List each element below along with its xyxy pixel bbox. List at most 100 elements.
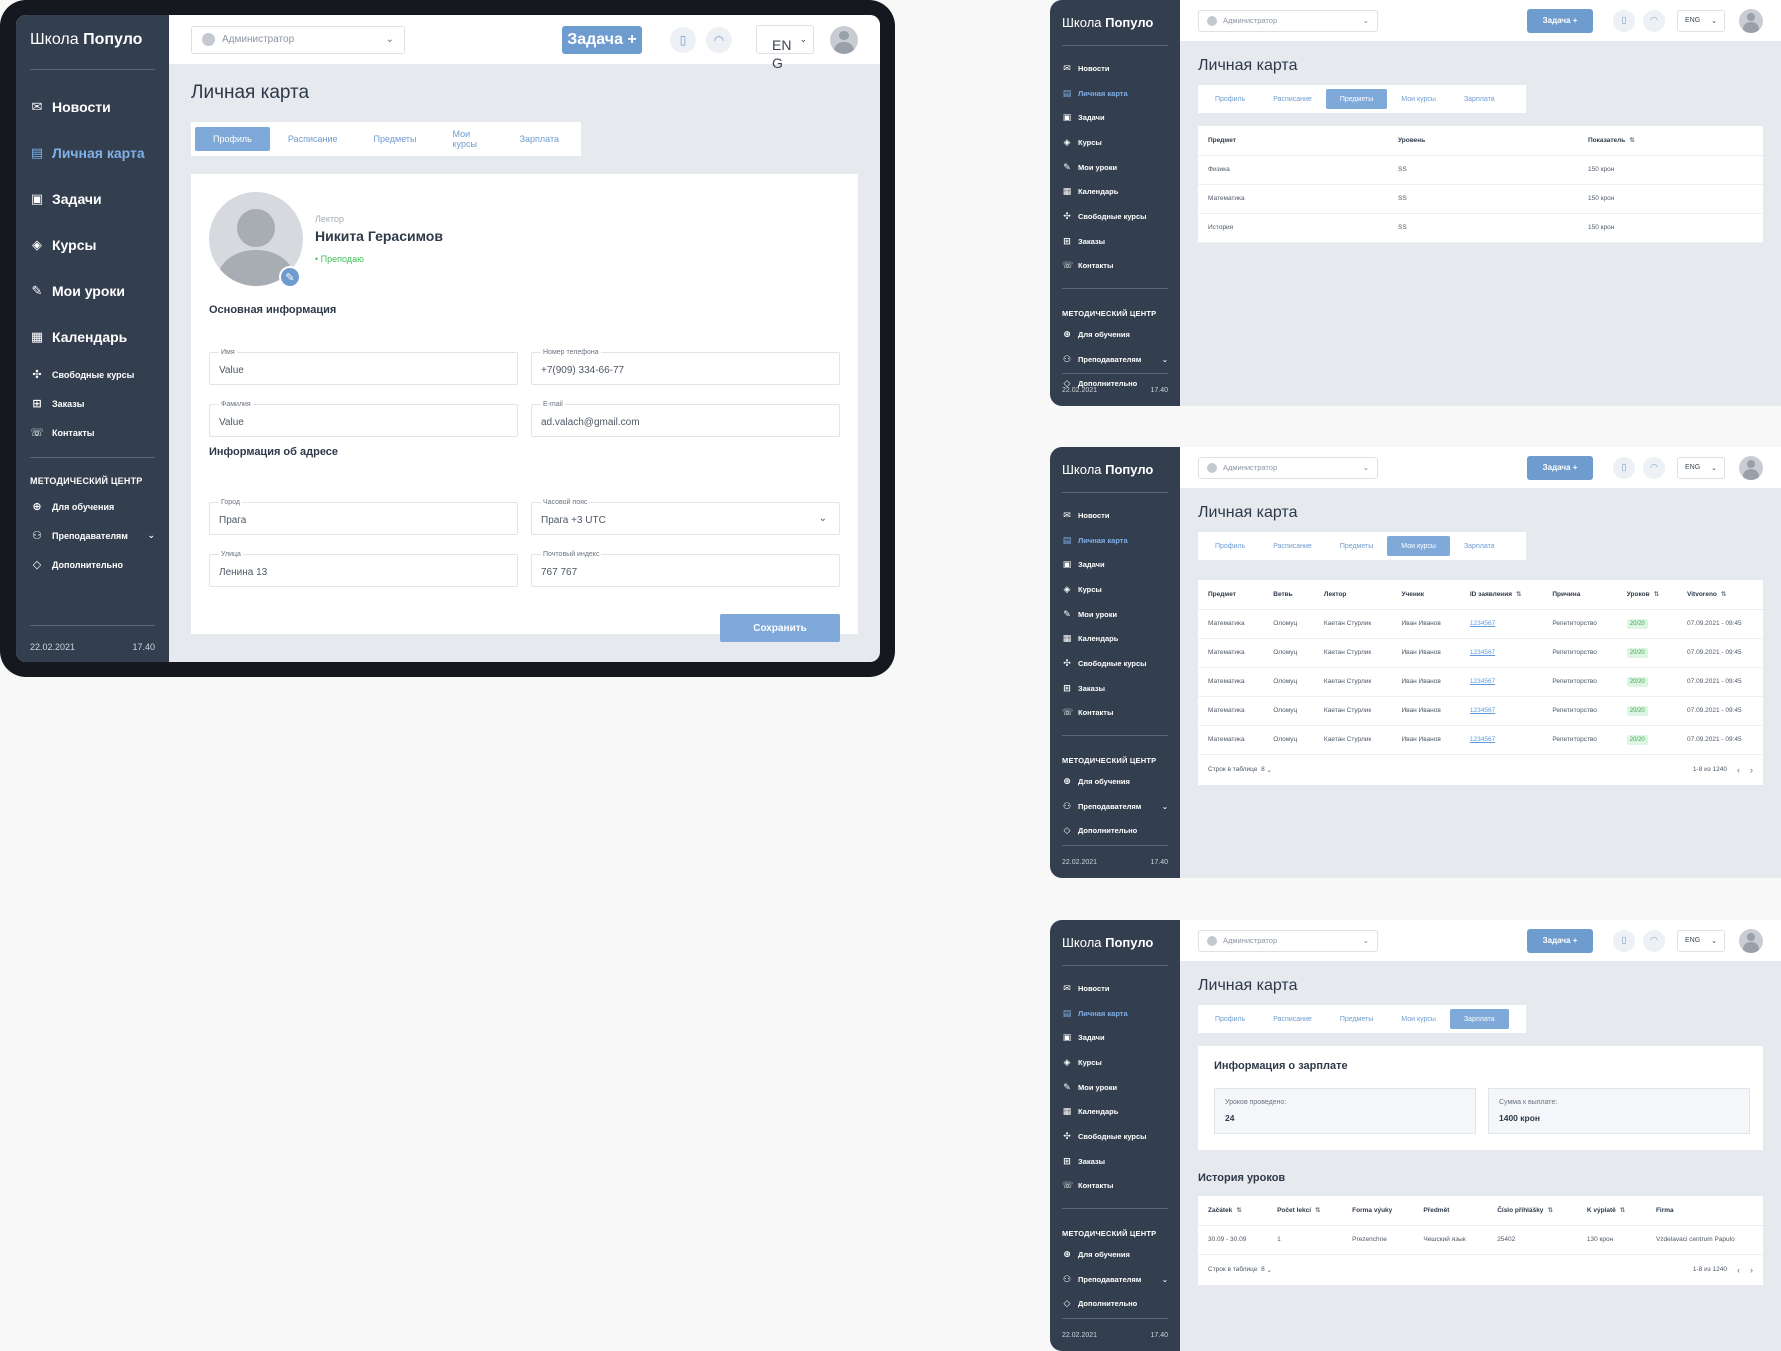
role-select[interactable]: Администратор ⌄ bbox=[1198, 929, 1378, 952]
tab-schedule[interactable]: Расписание bbox=[270, 127, 356, 151]
street-field[interactable]: Улица Ленина 13 bbox=[209, 551, 518, 587]
bookmark-icon[interactable]: ▯ bbox=[1613, 929, 1635, 952]
language-select[interactable]: ENG ⌄ bbox=[1677, 9, 1725, 32]
application-id-link[interactable]: 1234567 bbox=[1470, 649, 1495, 656]
sidebar-item-calendar[interactable]: ▦ Календарь bbox=[1062, 1099, 1168, 1124]
sidebar-item-contacts[interactable]: ☏ Контакты bbox=[1062, 254, 1168, 279]
sidebar-item-news[interactable]: ✉ Новости bbox=[1062, 976, 1168, 1001]
role-select[interactable]: Администратор ⌄ bbox=[1198, 9, 1378, 32]
sidebar-item-tasks[interactable]: ▣ Задачи bbox=[1062, 105, 1168, 130]
rows-per-page[interactable]: Строк в таблице 8 ⌄ bbox=[1208, 1266, 1272, 1274]
sort-icon[interactable]: ⇅ bbox=[1721, 591, 1726, 598]
sidebar-item-personal-card[interactable]: ▤ Личная карта bbox=[1062, 1001, 1168, 1026]
sidebar-item-orders[interactable]: ⊞ Заказы bbox=[1062, 676, 1168, 701]
sidebar-item-teachers[interactable]: ⚇ Преподавателям ⌄ bbox=[1062, 794, 1168, 819]
sidebar-item-tasks[interactable]: ▣ Задачи bbox=[30, 176, 155, 222]
sidebar-item-contacts[interactable]: ☏ Контакты bbox=[1062, 701, 1168, 726]
tab-schedule[interactable]: Расписание bbox=[1259, 1009, 1326, 1029]
tab-schedule[interactable]: Расписание bbox=[1259, 536, 1326, 556]
sidebar-item-calendar[interactable]: ▦ Календарь bbox=[1062, 179, 1168, 204]
bell-icon[interactable]: ◠ bbox=[1643, 9, 1665, 32]
column-header[interactable]: Vitvoreno ⇅ bbox=[1677, 580, 1763, 610]
tab-salary[interactable]: Зарплата bbox=[1450, 536, 1509, 556]
tab-schedule[interactable]: Расписание bbox=[1259, 89, 1326, 109]
tab-salary[interactable]: Зарплата bbox=[502, 127, 577, 151]
app-logo[interactable]: Школа Популо bbox=[30, 31, 155, 59]
role-select[interactable]: Администратор ⌄ bbox=[1198, 456, 1378, 479]
sort-icon[interactable]: ⇅ bbox=[1516, 591, 1521, 598]
sort-icon[interactable]: ⇅ bbox=[1236, 1207, 1241, 1214]
column-header[interactable]: ID заявления ⇅ bbox=[1459, 580, 1543, 610]
bookmark-icon[interactable]: ▯ bbox=[1613, 9, 1635, 32]
tab-salary[interactable]: Зарплата bbox=[1450, 89, 1509, 109]
email-field[interactable]: E-mail ad.valach@gmail.com bbox=[531, 401, 840, 437]
user-avatar[interactable] bbox=[1739, 455, 1763, 480]
sidebar-item-personal-card[interactable]: ▤ Личная карта bbox=[30, 130, 155, 176]
user-avatar[interactable] bbox=[1739, 928, 1763, 953]
sidebar-item-contacts[interactable]: ☏ Контакты bbox=[1062, 1174, 1168, 1199]
first-name-field[interactable]: Имя Value bbox=[209, 349, 518, 385]
application-id-link[interactable]: 1234567 bbox=[1470, 678, 1495, 685]
bell-icon[interactable]: ◠ bbox=[1643, 456, 1665, 479]
sidebar-item-calendar[interactable]: ▦ Календарь bbox=[1062, 626, 1168, 651]
sidebar-item-teachers[interactable]: ⚇ Преподавателям ⌄ bbox=[1062, 1267, 1168, 1292]
sidebar-item-courses[interactable]: ◈ Курсы bbox=[30, 222, 155, 268]
sidebar-item-news[interactable]: ✉ Новости bbox=[1062, 56, 1168, 81]
chevron-down-icon[interactable]: ⌄ bbox=[1162, 355, 1168, 364]
tab-my-courses[interactable]: Мои курсы bbox=[1387, 1009, 1450, 1029]
rows-per-page[interactable]: Строк в таблице 8 ⌄ bbox=[1208, 766, 1272, 774]
sidebar-item-news[interactable]: ✉ Новости bbox=[30, 84, 155, 130]
language-select[interactable]: ENG ⌄ bbox=[1677, 456, 1725, 479]
chevron-down-icon[interactable]: ⌄ bbox=[1162, 802, 1168, 811]
tab-my-courses[interactable]: Мои курсы bbox=[435, 127, 502, 151]
city-field[interactable]: Город Прага bbox=[209, 499, 518, 535]
role-select[interactable]: Администратор ⌄ bbox=[191, 25, 405, 54]
chevron-down-icon[interactable]: ⌄ bbox=[1162, 1275, 1168, 1284]
sidebar-item-free-courses[interactable]: ✣ Свободные курсы bbox=[1062, 204, 1168, 229]
sidebar-item-for-learning[interactable]: ⊕ Для обучения bbox=[1062, 769, 1168, 794]
sidebar-item-orders[interactable]: ⊞ Заказы bbox=[30, 389, 155, 418]
tab-subjects[interactable]: Предметы bbox=[1326, 1009, 1387, 1029]
sidebar-item-for-learning[interactable]: ⊕ Для обучения bbox=[1062, 322, 1168, 347]
sidebar-item-my-lessons[interactable]: ✎ Мои уроки bbox=[30, 268, 155, 314]
sort-icon[interactable]: ⇅ bbox=[1629, 137, 1634, 144]
sidebar-item-personal-card[interactable]: ▤ Личная карта bbox=[1062, 81, 1168, 106]
sidebar-item-additional[interactable]: ◇ Дополнительно bbox=[1062, 1292, 1168, 1317]
tab-profile[interactable]: Профиль bbox=[1201, 1009, 1259, 1029]
app-logo[interactable]: Школа Популо bbox=[1062, 935, 1168, 955]
sidebar-item-my-lessons[interactable]: ✎ Мои уроки bbox=[1062, 155, 1168, 180]
sidebar-item-free-courses[interactable]: ✣ Свободные курсы bbox=[30, 360, 155, 389]
tab-subjects[interactable]: Предметы bbox=[355, 127, 434, 151]
user-avatar[interactable] bbox=[830, 25, 858, 54]
phone-field[interactable]: Номер телефона +7(909) 334-66-77 bbox=[531, 349, 840, 385]
sidebar-item-personal-card[interactable]: ▤ Личная карта bbox=[1062, 528, 1168, 553]
app-logo[interactable]: Школа Популо bbox=[1062, 462, 1168, 482]
sidebar-item-tasks[interactable]: ▣ Задачи bbox=[1062, 1025, 1168, 1050]
sort-icon[interactable]: ⇅ bbox=[1547, 1207, 1552, 1214]
tab-salary[interactable]: Зарплата bbox=[1449, 1009, 1509, 1029]
column-header[interactable]: Číslo přihlášky ⇅ bbox=[1487, 1196, 1577, 1226]
tab-subjects[interactable]: Предметы bbox=[1325, 89, 1388, 109]
sort-icon[interactable]: ⇅ bbox=[1620, 1207, 1625, 1214]
column-header[interactable]: Začátek ⇅ bbox=[1198, 1196, 1268, 1226]
save-button[interactable]: Сохранить bbox=[720, 614, 840, 642]
bell-icon[interactable]: ◠ bbox=[1643, 929, 1665, 952]
tab-subjects[interactable]: Предметы bbox=[1326, 536, 1387, 556]
user-avatar[interactable] bbox=[1739, 8, 1763, 33]
chevron-right-icon[interactable]: › bbox=[1750, 1265, 1753, 1275]
add-task-button[interactable]: Задача + bbox=[1527, 8, 1593, 33]
column-header[interactable]: K výplatě ⇅ bbox=[1576, 1196, 1646, 1226]
application-id-link[interactable]: 1234567 bbox=[1470, 620, 1495, 627]
sidebar-item-calendar[interactable]: ▦ Календарь bbox=[30, 314, 155, 360]
sidebar-item-for-learning[interactable]: ⊕ Для обучения bbox=[30, 492, 155, 521]
sidebar-item-orders[interactable]: ⊞ Заказы bbox=[1062, 229, 1168, 254]
sidebar-item-free-courses[interactable]: ✣ Свободные курсы bbox=[1062, 651, 1168, 676]
tab-profile[interactable]: Профиль bbox=[195, 127, 270, 151]
tab-profile[interactable]: Профиль bbox=[1201, 536, 1259, 556]
application-id-link[interactable]: 1234567 bbox=[1470, 707, 1495, 714]
chevron-right-icon[interactable]: › bbox=[1750, 765, 1753, 775]
application-id-link[interactable]: 1234567 bbox=[1470, 736, 1495, 743]
sidebar-item-courses[interactable]: ◈ Курсы bbox=[1062, 1050, 1168, 1075]
add-task-button[interactable]: Задача + bbox=[1527, 455, 1593, 480]
sidebar-item-orders[interactable]: ⊞ Заказы bbox=[1062, 1149, 1168, 1174]
